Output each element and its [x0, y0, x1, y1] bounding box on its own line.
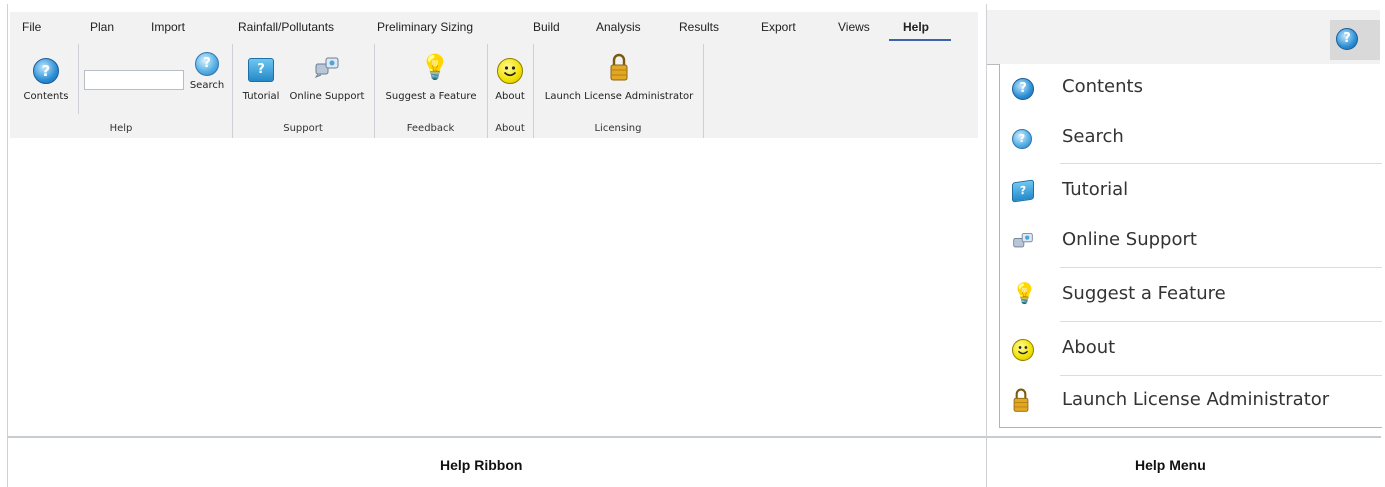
table-middle-border	[986, 4, 987, 487]
search-input[interactable]	[84, 70, 184, 90]
menu-item-label: About	[1062, 337, 1116, 358]
launch-license-administrator-label: Launch License Administrator	[544, 91, 694, 102]
suggest-feature-label: Suggest a Feature	[385, 91, 477, 102]
menu-item-about[interactable]: About	[1000, 325, 1382, 375]
table-left-border	[7, 4, 8, 487]
help-contents-icon: ?	[33, 58, 59, 84]
menu-separator	[1060, 163, 1382, 164]
tab-results[interactable]: Results	[679, 20, 719, 34]
group-label-licensing: Licensing	[594, 123, 642, 134]
padlock-icon	[610, 53, 628, 81]
online-support-icon	[314, 57, 339, 78]
ribbon-tab-bar: File Plan Import Rainfall/Pollutants Pre…	[10, 12, 978, 42]
contents-button[interactable]: ? Contents	[18, 56, 74, 106]
help-contents-icon: ?	[1336, 28, 1358, 50]
tutorial-icon: ?	[248, 58, 274, 82]
about-label: About	[495, 91, 525, 102]
tab-export[interactable]: Export	[761, 20, 796, 34]
group-separator	[78, 44, 79, 114]
search-button[interactable]: ? Search	[186, 52, 228, 102]
group-label-help: Help	[109, 123, 133, 134]
menu-item-launch-license-administrator[interactable]: Launch License Administrator	[1000, 377, 1382, 427]
group-separator	[703, 44, 704, 138]
menu-separator	[1060, 375, 1382, 376]
suggest-feature-button[interactable]: 💡 Suggest a Feature	[376, 54, 486, 106]
group-label-about: About	[495, 123, 525, 134]
tab-analysis[interactable]: Analysis	[596, 20, 641, 34]
help-search-icon: ?	[1012, 129, 1032, 149]
tab-plan[interactable]: Plan	[90, 20, 114, 34]
tab-help[interactable]: Help	[903, 20, 929, 34]
lightbulb-icon: 💡	[420, 53, 450, 81]
menu-item-tutorial[interactable]: ? Tutorial	[1000, 167, 1382, 217]
tutorial-button[interactable]: ? Tutorial	[238, 56, 284, 106]
tab-file[interactable]: File	[22, 20, 41, 34]
tab-build[interactable]: Build	[533, 20, 560, 34]
menu-item-contents[interactable]: ? Contents	[1000, 64, 1382, 114]
tab-views[interactable]: Views	[838, 20, 870, 34]
menu-separator	[1060, 267, 1382, 268]
menu-separator	[1060, 321, 1382, 322]
active-tab-indicator	[889, 39, 951, 41]
help-search-icon: ?	[195, 52, 219, 76]
menu-item-label: Tutorial	[1062, 179, 1129, 200]
contents-label: Contents	[23, 91, 69, 102]
menu-item-label: Contents	[1062, 76, 1143, 97]
table-row-divider	[7, 436, 1381, 438]
help-menu: ? Contents ? Search ? Tutorial Online Su…	[999, 64, 1382, 428]
about-button[interactable]: About	[490, 56, 530, 106]
smiley-icon	[1012, 339, 1034, 361]
search-label: Search	[189, 80, 225, 91]
tutorial-label: Tutorial	[242, 91, 280, 102]
help-menu-button[interactable]: ?	[1330, 20, 1380, 60]
menu-item-online-support[interactable]: Online Support	[1000, 217, 1382, 267]
menu-item-label: Suggest a Feature	[1062, 283, 1226, 304]
padlock-icon	[1013, 388, 1029, 412]
tutorial-icon: ?	[1012, 179, 1034, 203]
online-support-icon	[1013, 232, 1033, 248]
group-label-support: Support	[283, 123, 323, 134]
tab-preliminary-sizing[interactable]: Preliminary Sizing	[377, 20, 473, 34]
menu-item-search[interactable]: ? Search	[1000, 114, 1382, 164]
tab-import[interactable]: Import	[151, 20, 185, 34]
caption-help-ribbon: Help Ribbon	[440, 457, 523, 473]
tab-rainfall-pollutants[interactable]: Rainfall/Pollutants	[238, 20, 334, 34]
smiley-icon	[497, 58, 523, 84]
menu-item-label: Search	[1062, 126, 1124, 147]
help-ribbon: File Plan Import Rainfall/Pollutants Pre…	[10, 12, 978, 138]
menu-toolbar	[987, 10, 1380, 65]
help-contents-icon: ?	[1012, 78, 1034, 100]
online-support-label: Online Support	[289, 91, 365, 102]
menu-item-label: Online Support	[1062, 229, 1197, 250]
group-label-feedback: Feedback	[406, 123, 455, 134]
lightbulb-icon: 💡	[1012, 281, 1037, 305]
online-support-button[interactable]: Online Support	[285, 56, 369, 106]
caption-help-menu: Help Menu	[1135, 457, 1206, 473]
menu-item-suggest-feature[interactable]: 💡 Suggest a Feature	[1000, 271, 1382, 321]
menu-item-label: Launch License Administrator	[1062, 389, 1330, 410]
launch-license-administrator-button[interactable]: Launch License Administrator	[536, 52, 702, 106]
